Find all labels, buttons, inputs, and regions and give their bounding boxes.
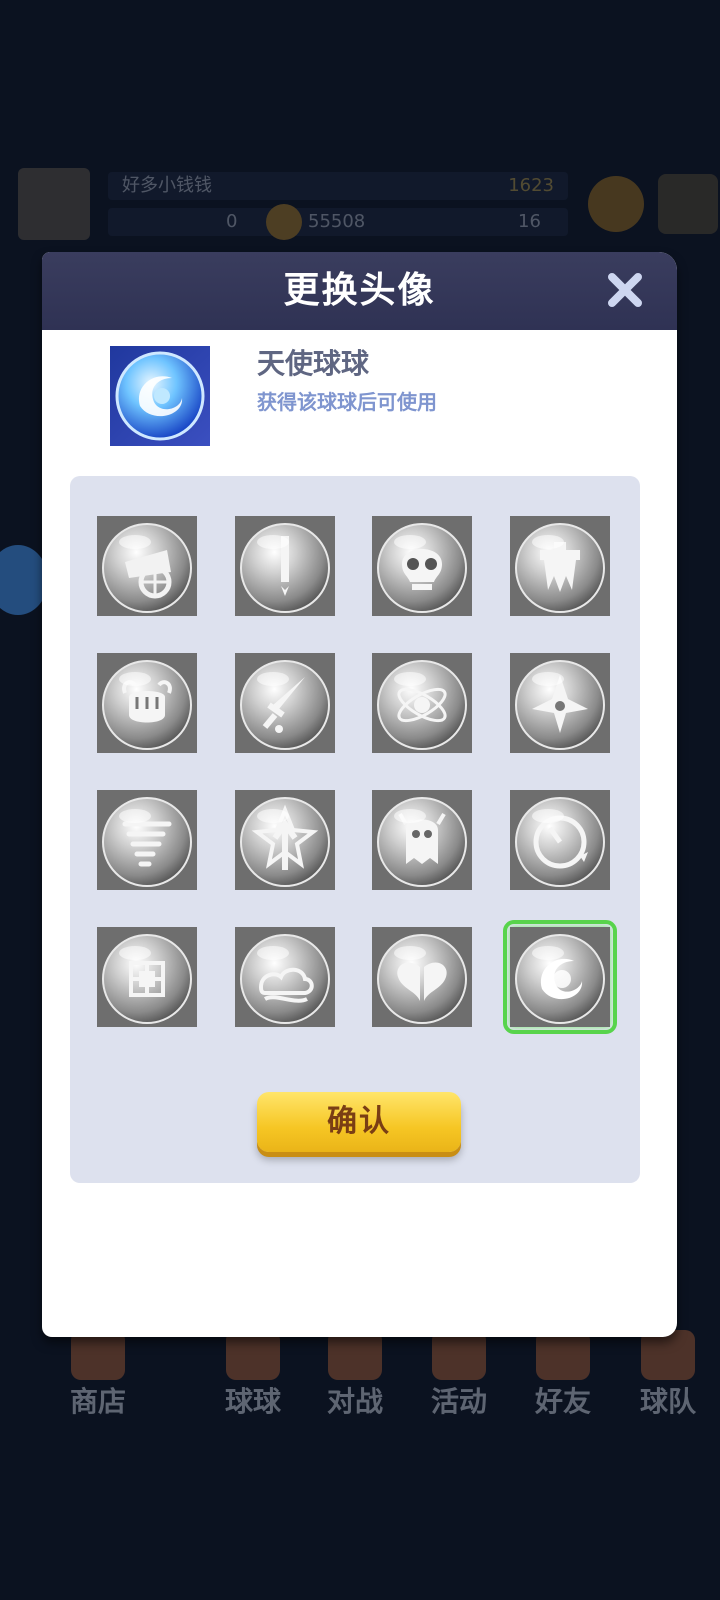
background-player-header: 好多小钱钱 1623 0 55508 16 [18, 168, 718, 248]
selected-avatar-hint: 获得该球球后可使用 [257, 390, 437, 414]
castle-ball-icon [510, 516, 610, 616]
avatar-option[interactable] [510, 653, 610, 753]
nav-balls[interactable]: 球球 [198, 1330, 308, 1430]
clock-ball-icon [510, 790, 610, 890]
nav-label: 球球 [224, 1385, 281, 1418]
dagger-ball-icon [235, 653, 335, 753]
angel-ball-icon [510, 927, 610, 1027]
avatar-grid: 确认 [70, 476, 640, 1183]
avatar-option[interactable] [372, 516, 472, 616]
cube-ball-icon [97, 927, 197, 1027]
ball-icon [226, 1330, 280, 1380]
nav-shop[interactable]: 商店 [43, 1330, 153, 1430]
star-arrow-ball-icon [235, 790, 335, 890]
avatar-option[interactable] [235, 790, 335, 890]
skull-ball-icon [372, 516, 472, 616]
confirm-button[interactable]: 确认 [257, 1092, 461, 1152]
avatar-option[interactable] [235, 516, 335, 616]
avatar-option[interactable] [97, 516, 197, 616]
confirm-label: 确认 [327, 1104, 391, 1139]
nav-label: 球队 [639, 1385, 696, 1418]
menu-icon [658, 174, 718, 234]
background-stats-bar: 0 55508 16 [108, 204, 568, 240]
avatar-option[interactable] [372, 790, 472, 890]
avatar-option[interactable] [97, 653, 197, 753]
background-gold: 55508 [308, 211, 366, 232]
ghost-ball-icon [372, 790, 472, 890]
change-avatar-dialog: 更换头像 天使球球 获得该球球后可使用 确认 [42, 252, 677, 1337]
friends-icon [536, 1330, 590, 1380]
medal-icon [588, 176, 644, 232]
nav-events[interactable]: 活动 [404, 1330, 514, 1430]
team-icon [641, 1330, 695, 1380]
side-ball-icon [0, 545, 48, 615]
angel-ball-icon [115, 351, 205, 441]
cannon-ball-icon [97, 516, 197, 616]
selected-avatar-preview [110, 346, 210, 446]
tornado-ball-icon [97, 790, 197, 890]
avatar-option[interactable] [235, 927, 335, 1027]
avatar-option[interactable] [510, 790, 610, 890]
nav-label: 好友 [534, 1385, 591, 1418]
background-trophy-count: 1623 [508, 175, 554, 196]
avatar-option[interactable] [97, 927, 197, 1027]
background-stat-b: 16 [518, 211, 541, 232]
background-stat-a: 0 [226, 211, 238, 232]
background-name-bar: 好多小钱钱 1623 [108, 172, 568, 200]
selected-avatar-name: 天使球球 [257, 347, 370, 380]
bottom-nav: 商店 球球 对战 活动 好友 球队 [0, 1330, 720, 1430]
background-avatar [18, 168, 90, 240]
shuriken-ball-icon [510, 653, 610, 753]
nav-label: 商店 [69, 1385, 126, 1418]
events-icon [432, 1330, 486, 1380]
dialog-title: 更换头像 [283, 270, 436, 311]
dialog-header: 更换头像 [42, 252, 677, 330]
avatar-option[interactable] [372, 653, 472, 753]
wings-ball-icon [372, 927, 472, 1027]
background-player-name: 好多小钱钱 [122, 175, 212, 196]
close-icon [608, 273, 642, 307]
cloud-ball-icon [235, 927, 335, 1027]
nav-label: 活动 [430, 1385, 487, 1418]
avatar-option[interactable] [235, 653, 335, 753]
atom-ball-icon [372, 653, 472, 753]
fist-ball-icon [97, 653, 197, 753]
nav-label: 对战 [326, 1385, 383, 1418]
crossed-swords-icon [328, 1330, 382, 1380]
avatar-option[interactable] [97, 790, 197, 890]
avatar-option[interactable] [503, 920, 617, 1034]
close-button[interactable] [603, 268, 647, 312]
avatar-option[interactable] [510, 516, 610, 616]
nav-team[interactable]: 球队 [613, 1330, 720, 1430]
coin-icon [266, 204, 302, 240]
shop-icon [71, 1330, 125, 1380]
nav-battle[interactable]: 对战 [300, 1330, 410, 1430]
sword-ball-icon [235, 516, 335, 616]
nav-friends[interactable]: 好友 [508, 1330, 618, 1430]
avatar-option[interactable] [372, 927, 472, 1027]
